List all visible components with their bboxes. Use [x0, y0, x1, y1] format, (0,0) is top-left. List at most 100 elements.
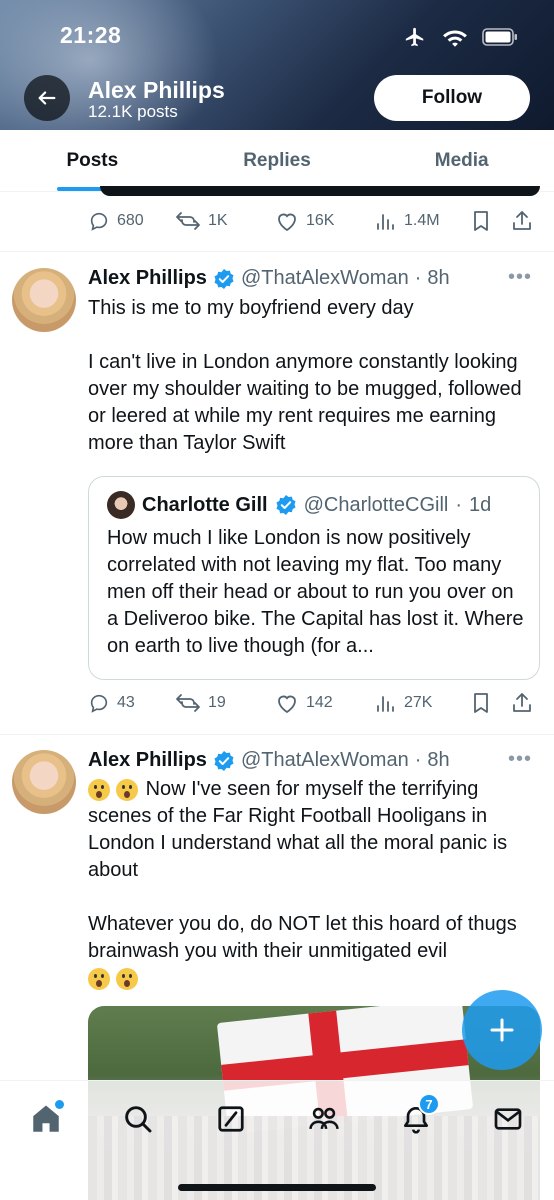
compose-plus-icon [490, 1018, 514, 1042]
author-handle[interactable]: @ThatAlexWoman [241, 749, 409, 772]
time-separator: · [414, 267, 422, 289]
follow-button[interactable]: Follow [374, 75, 530, 121]
share-icon [513, 693, 531, 712]
quote-time: 1d [469, 493, 492, 516]
verified-badge-icon [214, 268, 234, 289]
views-count: 1.4M [404, 212, 440, 229]
time-separator: · [414, 749, 422, 771]
status-icons [402, 26, 518, 48]
tweet-text: Now I've seen for myself the terrifying … [88, 776, 540, 992]
quote-avatar [107, 491, 135, 519]
repost-icon [176, 212, 200, 230]
previous-post-actions: 680 1K 16K 1.4M [88, 206, 540, 236]
screaming-emoji [88, 967, 110, 990]
more-icon[interactable]: ••• [508, 748, 532, 771]
reply-count: 43 [117, 694, 135, 711]
repost-button[interactable]: 19 [175, 692, 275, 714]
tab-replies[interactable]: Replies [185, 130, 370, 191]
quote-text: How much I like London is now positively… [107, 527, 524, 657]
bookmark-button[interactable] [471, 692, 511, 714]
views-icon [377, 696, 394, 712]
share-button[interactable] [511, 692, 533, 714]
post-divider [0, 734, 554, 735]
author-name[interactable]: Alex Phillips [88, 267, 207, 290]
quote-author-name: Charlotte Gill [142, 493, 268, 516]
nav-search[interactable] [118, 1099, 158, 1139]
profile-header: 21:28 Alex Phillips 12.1K posts Follow [0, 0, 554, 130]
airplane-icon [405, 27, 424, 47]
repost-count: 19 [208, 694, 226, 711]
views-button[interactable]: 27K [375, 692, 471, 714]
notifications-badge: 7 [418, 1093, 440, 1115]
more-icon[interactable]: ••• [508, 266, 532, 289]
messages-icon [494, 1108, 522, 1130]
back-button[interactable] [24, 75, 70, 121]
tweet-text-paragraph: Now I've seen for myself the terrifying … [88, 776, 540, 884]
post-time[interactable]: 8h [427, 267, 449, 290]
repost-button[interactable]: 1K [175, 210, 275, 232]
quote-author-handle: @CharlotteCGill [303, 493, 449, 516]
like-icon [278, 695, 296, 714]
nav-home[interactable] [26, 1099, 66, 1139]
tweet-text-line: Now I've seen for myself the terrifying … [88, 778, 508, 881]
wifi-icon [443, 30, 467, 47]
communities-icon [309, 1107, 339, 1130]
views-count: 27K [404, 694, 433, 711]
reply-icon [90, 694, 108, 713]
views-icon [377, 214, 394, 230]
previous-post-media[interactable] [100, 186, 540, 196]
avatar[interactable] [12, 268, 76, 332]
screaming-emoji [116, 967, 138, 990]
reply-button[interactable]: 43 [88, 692, 176, 714]
reply-button[interactable]: 680 [88, 210, 176, 232]
tweet-text: This is me to my boyfriend every day I c… [88, 295, 540, 457]
views-button[interactable]: 1.4M [375, 210, 471, 232]
nav-messages[interactable] [488, 1099, 528, 1139]
bookmark-icon [474, 211, 488, 231]
screaming-emoji [88, 778, 110, 801]
screaming-emoji-pair [88, 778, 140, 801]
author-handle[interactable]: @ThatAlexWoman [241, 267, 409, 290]
bookmark-button[interactable] [471, 210, 511, 232]
quoted-post[interactable]: Charlotte Gill @CharlotteCGill · 1d How mu… [88, 476, 540, 680]
nav-notifications[interactable]: 7 [396, 1093, 440, 1139]
reply-count: 680 [117, 212, 144, 229]
nav-grok[interactable] [211, 1099, 251, 1139]
battery-icon [482, 28, 517, 46]
grok-icon [218, 1106, 244, 1132]
unread-dot [55, 1100, 64, 1109]
bookmark-icon [474, 693, 488, 713]
repost-count: 1K [208, 212, 228, 229]
like-count: 16K [306, 212, 335, 229]
time-separator: · [455, 493, 463, 516]
like-button[interactable]: 142 [275, 692, 375, 714]
tab-media[interactable]: Media [369, 130, 554, 191]
like-button[interactable]: 16K [275, 210, 375, 232]
status-time: 21:28 [60, 22, 122, 48]
tweet-text-line: This is me to my boyfriend every day [88, 297, 414, 319]
profile-name: Alex Phillips [88, 77, 225, 103]
tweet-text-line: Whatever you do, do NOT let this hoard o… [88, 913, 517, 962]
avatar[interactable] [12, 750, 76, 814]
share-button[interactable] [511, 210, 533, 232]
tab-posts[interactable]: Posts [0, 130, 185, 191]
home-indicator[interactable] [178, 1184, 376, 1191]
tweet-header: Alex Phillips @ThatAlexWoman · 8h [88, 749, 450, 772]
tweet-actions: 43 19 142 27K [88, 688, 540, 718]
tweet-header: Alex Phillips @ThatAlexWoman · 8h [88, 267, 450, 290]
bottom-navigation: 7 [0, 1080, 554, 1200]
reply-icon [90, 212, 108, 231]
post-divider [0, 251, 554, 252]
like-icon [278, 213, 296, 232]
nav-communities[interactable] [304, 1099, 344, 1139]
author-name[interactable]: Alex Phillips [88, 749, 207, 772]
compose-button[interactable] [462, 990, 542, 1070]
search-icon [125, 1106, 152, 1133]
verified-badge-icon [214, 750, 234, 771]
quote-header: Charlotte Gill @CharlotteCGill · 1d [107, 491, 491, 519]
post-time[interactable]: 8h [427, 749, 449, 772]
screaming-emoji [116, 778, 138, 801]
like-count: 142 [306, 694, 333, 711]
repost-icon [176, 694, 200, 712]
back-arrow-icon [38, 91, 56, 105]
